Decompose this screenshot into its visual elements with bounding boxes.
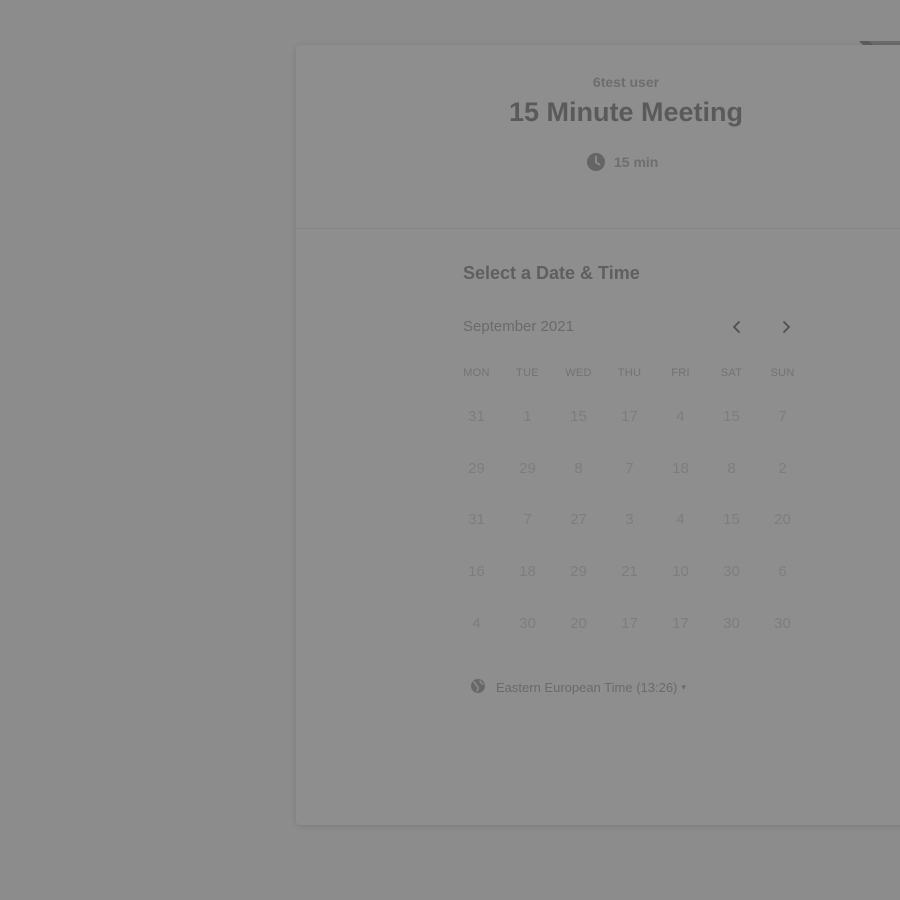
calendar-day: 4 bbox=[676, 408, 685, 426]
calendar-day: 31 bbox=[468, 408, 485, 426]
calendar-day: 17 bbox=[621, 408, 638, 426]
calendar-day: 7 bbox=[625, 459, 634, 477]
weekday-sun: SUN bbox=[770, 367, 795, 379]
calendar-day: 4 bbox=[472, 614, 481, 632]
calendar-day: 10 bbox=[672, 563, 689, 581]
chevron-left-icon bbox=[733, 321, 740, 333]
calendar-day: 29 bbox=[570, 563, 587, 581]
month-label: September 2021 bbox=[463, 318, 574, 335]
weekday-fri: FRI bbox=[671, 367, 690, 379]
globe-icon bbox=[470, 678, 486, 697]
calendar-day: 2 bbox=[778, 459, 787, 477]
calendar-day: 18 bbox=[672, 459, 689, 477]
weekday-sat: SAT bbox=[720, 367, 743, 379]
event-header: 6test user 15 Minute Meeting 15 min bbox=[296, 45, 900, 229]
calendar-day: 15 bbox=[723, 408, 740, 426]
caret-down-icon: ▾ bbox=[681, 681, 686, 692]
select-date-heading: Select a Date & Time bbox=[463, 263, 640, 283]
calendar-day: 20 bbox=[774, 511, 791, 529]
calendar-day: 20 bbox=[570, 614, 587, 632]
calendar-day: 30 bbox=[723, 614, 740, 632]
weekday-tue: TUE bbox=[516, 367, 539, 379]
calendar-day: 30 bbox=[774, 614, 791, 632]
chevron-right-icon bbox=[783, 321, 790, 333]
timezone-label: Eastern European Time (13:26) bbox=[496, 679, 678, 695]
clock-icon bbox=[586, 152, 606, 172]
previous-month-button[interactable] bbox=[723, 313, 751, 341]
calendar-day: 4 bbox=[676, 511, 685, 529]
scheduling-card: 6test user 15 Minute Meeting 15 min Sele… bbox=[296, 45, 900, 825]
calendar-day: 16 bbox=[468, 563, 485, 581]
weekday-header: MON TUE WED THU FRI SAT SUN bbox=[451, 367, 808, 379]
calendar-day: 30 bbox=[519, 614, 536, 632]
calendar-day: 21 bbox=[621, 563, 638, 581]
event-duration: 15 min bbox=[586, 151, 658, 173]
calendar-day: 29 bbox=[468, 459, 485, 477]
calendar-day: 27 bbox=[570, 511, 587, 529]
calendar-day: 30 bbox=[723, 563, 740, 581]
calendar-day: 3 bbox=[625, 511, 634, 529]
calendar-day: 8 bbox=[727, 459, 736, 477]
weekday-wed: WED bbox=[565, 367, 592, 379]
calendar-day: 18 bbox=[519, 563, 536, 581]
calendar-day: 7 bbox=[523, 511, 532, 529]
event-title: 15 Minute Meeting bbox=[508, 97, 744, 127]
calendar-day: 6 bbox=[778, 563, 787, 581]
calendar-day: 31 bbox=[468, 511, 485, 529]
calendar-day: 17 bbox=[672, 614, 689, 632]
calendar-day: 29 bbox=[519, 459, 536, 477]
calendar-grid: 31 1 15 17 4 15 7 29 29 8 7 18 8 2 31 7 … bbox=[451, 391, 808, 649]
calendar-day: 1 bbox=[523, 408, 532, 426]
timezone-selector[interactable]: Eastern European Time (13:26) ▾ bbox=[470, 677, 686, 697]
weekday-mon: MON bbox=[463, 367, 490, 379]
calendar-day: 8 bbox=[574, 459, 583, 477]
calendar-day: 7 bbox=[778, 408, 787, 426]
calendar-day: 15 bbox=[723, 511, 740, 529]
event-owner: 6test user bbox=[592, 74, 660, 90]
weekday-thu: THU bbox=[617, 367, 642, 379]
duration-label: 15 min bbox=[614, 154, 659, 170]
calendar-day: 15 bbox=[570, 408, 587, 426]
next-month-button[interactable] bbox=[772, 313, 800, 341]
calendar-day: 17 bbox=[621, 614, 638, 632]
